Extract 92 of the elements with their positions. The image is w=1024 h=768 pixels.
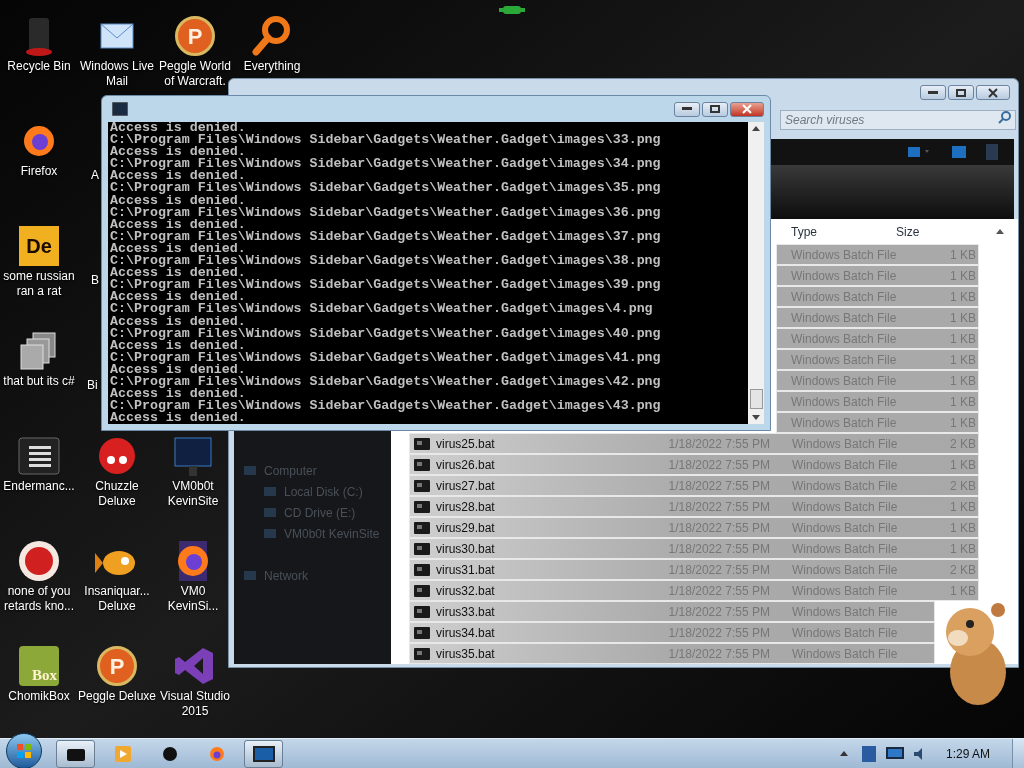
file-name: virus29.bat xyxy=(436,519,495,537)
nav-label: Network xyxy=(264,567,308,585)
desktop-shortcut[interactable]: Endermanc... xyxy=(0,434,79,494)
maximize-button[interactable] xyxy=(702,101,728,117)
desktop-shortcut[interactable]: Windows Live Mail xyxy=(77,14,157,89)
app-logo: De xyxy=(19,226,59,266)
pane-icon[interactable] xyxy=(952,145,966,159)
search-field[interactable]: Search viruses xyxy=(780,110,1016,130)
file-name: virus35.bat xyxy=(436,645,495,663)
maximize-button[interactable] xyxy=(948,85,974,100)
file-name: virus30.bat xyxy=(436,540,495,558)
desktop-shortcut[interactable]: P Peggle Deluxe xyxy=(77,644,157,704)
scroll-thumb[interactable] xyxy=(749,389,763,409)
play-icon xyxy=(114,745,131,762)
search-icon xyxy=(998,110,1012,124)
scroll-down-icon[interactable] xyxy=(752,415,760,420)
batch-file-icon xyxy=(414,437,430,450)
box-icon xyxy=(66,746,85,761)
taskbar-button[interactable] xyxy=(56,739,95,768)
desktop-shortcut[interactable]: VM0 KevinSi... xyxy=(161,539,225,614)
scroll-up-icon[interactable] xyxy=(996,229,1004,234)
nav-label: CD Drive (E:) xyxy=(284,504,356,522)
tray-app-icon[interactable] xyxy=(861,745,876,762)
console-icon xyxy=(252,745,275,762)
minimize-icon xyxy=(682,107,692,111)
taskbar-button[interactable] xyxy=(244,739,283,768)
batch-file-icon xyxy=(414,521,430,534)
start-button[interactable] xyxy=(6,732,42,768)
list-icon xyxy=(17,434,61,478)
minimize-button[interactable] xyxy=(920,85,946,100)
column-header[interactable]: Type xyxy=(776,223,896,241)
windows-logo-icon xyxy=(16,742,32,759)
close-icon xyxy=(988,87,998,98)
batch-file-icon xyxy=(414,479,430,492)
scroll-up-icon[interactable] xyxy=(752,126,760,131)
file-name: virus34.bat xyxy=(436,624,495,642)
file-name: virus27.bat xyxy=(436,477,495,495)
game-logo: P xyxy=(97,646,137,686)
clock[interactable]: 1:29 AM xyxy=(945,744,990,763)
fox-globe-icon xyxy=(208,745,225,762)
gadget-icon xyxy=(499,4,525,16)
maximize-icon xyxy=(956,88,966,97)
caret-up-icon[interactable] xyxy=(839,751,848,756)
batch-file-icon xyxy=(414,605,430,618)
batch-file-icon xyxy=(414,542,430,555)
console-output: Access is denied. C:\Program Files\Windows Sidebar\Gadgets\Weather.Gadget\images\33.png Access is denied. C:\Program Files\Windows Sidebar\Gadgets\Weather.Gadget\images\34.png Access is denied. C:\Program Files\Windows Sidebar\Gadgets\Weather.Gadget\images\35.png Access is denied. C:\Program Files\Windows Sidebar\Gadgets\Weather.Gadget\images\36.png Access is denied. C:\Program Files\Windows Sidebar\Gadgets\Weather.Gadget\images\37.png Access is denied. C:\Program Files\Windows Sidebar\Gadgets\Weather.Gadget\images\38.png Access is denied. C:\Program Files\Windows Sidebar\Gadgets\Weather.Gadget\images\39.png Access is denied. C:\Program Files\Windows Sidebar\Gadgets\Weather.Gadget\images\4.png Access is denied. C:\Program Files\Windows Sidebar\Gadgets\Weather.Gadget\images\40.png Access is denied. C:\Program Files\Windows Sidebar\Gadgets\Weather.Gadget\images\41.png Access is denied. C:\Program Files\Windows Sidebar\Gadgets\Weather.Gadget\images\42.png Access is denied. C:\Program Files\Windows Sidebar\Gadgets\Weather.Gadget\images\43.png Access is denied. xyxy=(109,122,662,424)
batch-file-icon xyxy=(414,500,430,513)
batch-file-icon xyxy=(414,626,430,639)
close-icon xyxy=(742,104,752,114)
close-button[interactable] xyxy=(730,101,764,117)
desktop-shortcut[interactable]: Insaniquar... Deluxe xyxy=(77,539,157,614)
desktop-shortcut[interactable]: De some russian ran a rat xyxy=(0,224,79,299)
maximize-icon xyxy=(710,105,720,113)
desktop-shortcut[interactable]: VM0b0t KevinSite xyxy=(161,434,225,509)
desktop-shortcut[interactable]: Box ChomikBox xyxy=(0,644,79,704)
desktop-shortcut[interactable]: P Peggle World of Warcraft. xyxy=(155,14,235,89)
batch-file-icon xyxy=(414,584,430,597)
desktop-shortcut[interactable]: Bi xyxy=(87,378,98,392)
desktop-shortcut[interactable]: Firefox xyxy=(0,119,79,179)
monitor-icon[interactable] xyxy=(885,746,904,761)
file-name: virus32.bat xyxy=(436,582,495,600)
nav-label: VM0b0t KevinSite xyxy=(284,525,380,543)
file-name: virus25.bat xyxy=(436,435,495,453)
view-icon[interactable] xyxy=(908,145,932,159)
show-desktop-button[interactable] xyxy=(1012,738,1024,768)
file-name: virus33.bat xyxy=(436,603,495,621)
minimize-icon xyxy=(928,90,938,95)
desktop-shortcut[interactable]: none of you retards kno... xyxy=(0,539,79,614)
file-name: virus26.bat xyxy=(436,456,495,474)
circle-icon xyxy=(161,745,178,762)
game-logo: P xyxy=(175,16,215,56)
desktop-shortcut[interactable]: Everything xyxy=(232,14,312,74)
desktop-shortcut[interactable]: Visual Studio 2015 xyxy=(155,644,235,719)
app-logo: Box xyxy=(19,646,59,686)
desktop-shortcut[interactable]: A xyxy=(91,168,99,182)
batch-file-icon xyxy=(414,563,430,576)
batch-file-icon xyxy=(414,647,430,660)
desktop-shortcut[interactable]: Chuzzle Deluxe xyxy=(77,434,157,509)
file-name: virus31.bat xyxy=(436,561,495,579)
desktop-shortcut[interactable]: that but its c# xyxy=(0,329,79,389)
nav-label: Local Disk (C:) xyxy=(284,483,363,501)
batch-file-icon xyxy=(414,458,430,471)
column-header[interactable]: Size xyxy=(896,223,956,241)
scrollbar[interactable] xyxy=(748,122,764,424)
minimize-button[interactable] xyxy=(674,101,700,117)
console-icon xyxy=(112,102,128,116)
desktop-shortcut[interactable]: B xyxy=(91,273,99,287)
close-button[interactable] xyxy=(976,85,1010,100)
monitor-icon xyxy=(171,434,215,478)
file-name: virus28.bat xyxy=(436,498,495,516)
desktop-shortcut[interactable]: Recycle Bin xyxy=(0,14,79,74)
nav-label: Computer xyxy=(264,462,317,480)
